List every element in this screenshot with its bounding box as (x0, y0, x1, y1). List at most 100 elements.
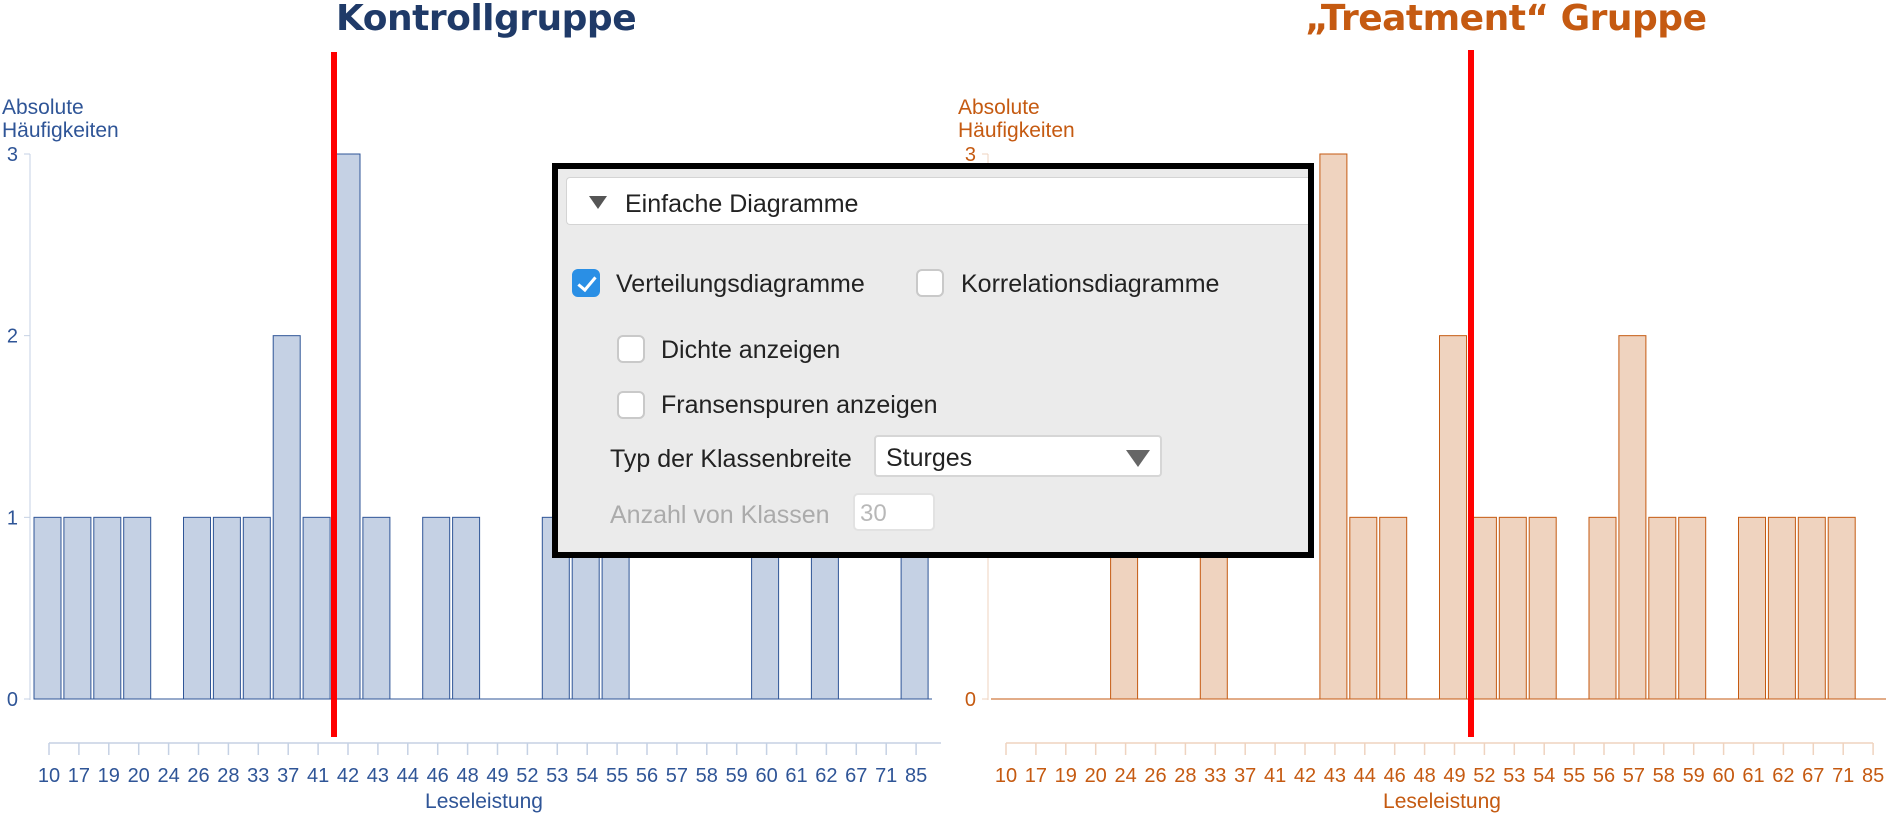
correlation-plots-checkbox[interactable] (916, 269, 944, 297)
treatment-x-tick-label: 58 (1653, 765, 1675, 787)
control-x-tick-label: 28 (217, 765, 239, 787)
treatment-x-tick-label: 41 (1264, 765, 1286, 787)
treatment-x-tick-label: 43 (1324, 765, 1346, 787)
treatment-x-tick-label: 48 (1413, 765, 1435, 787)
treatment-bar (1379, 516, 1408, 700)
control-x-tick-label: 19 (98, 765, 120, 787)
control-x-tick-label: 49 (486, 765, 508, 787)
control-bar (63, 516, 92, 700)
treatment-x-tick-label: 26 (1144, 765, 1166, 787)
treatment-bar (1618, 335, 1647, 700)
control-x-tick-label: 85 (905, 765, 927, 787)
treatment-x-tick-label: 62 (1772, 765, 1794, 787)
treatment-x-tick-label: 19 (1055, 765, 1077, 787)
triangle-down-icon[interactable] (589, 196, 607, 209)
treatment-x-tick-label: 33 (1204, 765, 1226, 787)
control-x-tick-label: 26 (187, 765, 209, 787)
control-bar (362, 516, 391, 700)
control-x-tick-label: 46 (427, 765, 449, 787)
treatment-x-label: Leseleistung (1383, 790, 1501, 813)
chevron-down-icon[interactable] (1126, 450, 1150, 467)
control-bar (452, 516, 481, 700)
treatment-x-tick-label: 10 (995, 765, 1017, 787)
control-x-tick-label: 62 (815, 765, 837, 787)
treatment-y-label-line1: Absolute (958, 96, 1040, 119)
treatment-x-tick-label: 59 (1683, 765, 1705, 787)
control-x-tick-label: 59 (726, 765, 748, 787)
control-x-tick-label: 58 (696, 765, 718, 787)
control-bar (422, 516, 451, 700)
bin-count-label: Anzahl von Klassen (610, 501, 830, 529)
treatment-bar (1767, 516, 1796, 700)
control-x-tick-label: 71 (875, 765, 897, 787)
treatment-x-tick-label: 56 (1593, 765, 1615, 787)
control-x-tick-label: 33 (247, 765, 269, 787)
show-rug-marks-checkbox[interactable] (617, 391, 645, 419)
correlation-plots-label: Korrelationsdiagramme (961, 270, 1220, 298)
control-x-tick-label: 53 (546, 765, 568, 787)
treatment-x-tick-label: 24 (1114, 765, 1136, 787)
treatment-x-tick-label: 60 (1712, 765, 1734, 787)
treatment-x-tick-label: 28 (1174, 765, 1196, 787)
treatment-x-tick-label: 53 (1503, 765, 1525, 787)
distribution-plots-checkbox[interactable] (572, 269, 600, 297)
treatment-x-tick-label: 17 (1025, 765, 1047, 787)
control-bar (183, 516, 211, 700)
control-x-tick-label: 54 (576, 765, 598, 787)
control-x-tick-label: 61 (785, 765, 807, 787)
control-x-tick-label: 60 (755, 765, 777, 787)
treatment-x-tick-label: 42 (1294, 765, 1316, 787)
control-y-tick-label: 3 (7, 144, 18, 166)
control-x-tick-label: 57 (666, 765, 688, 787)
bin-count-input[interactable]: 30 (853, 493, 935, 531)
treatment-bar (1528, 516, 1557, 700)
control-x-tick-label: 44 (397, 765, 419, 787)
bin-width-type-select[interactable]: Sturges (874, 435, 1162, 477)
treatment-x-tick-label: 57 (1623, 765, 1645, 787)
control-x-tick-label: 37 (277, 765, 299, 787)
control-x-tick-label: 48 (456, 765, 478, 787)
control-bar (332, 153, 361, 700)
show-density-checkbox[interactable] (617, 335, 645, 363)
control-bar (33, 516, 62, 700)
treatment-x-tick-label: 54 (1533, 765, 1555, 787)
treatment-x-tick-label: 71 (1832, 765, 1854, 787)
control-bar (93, 516, 122, 700)
treatment-y-label-line2: Häufigkeiten (958, 119, 1075, 142)
control-x-tick-label: 10 (38, 765, 60, 787)
treatment-bar (1439, 335, 1467, 700)
control-bar (212, 516, 241, 700)
control-bar (123, 516, 152, 700)
control-y-label-line1: Absolute (2, 96, 84, 119)
treatment-bar (1797, 516, 1826, 700)
treatment-y-tick-label: 0 (965, 689, 976, 711)
show-density-label: Dichte anzeigen (661, 336, 841, 364)
treatment-x-tick-label: 37 (1234, 765, 1256, 787)
control-y-tick-label: 1 (7, 507, 18, 529)
treatment-bar (1827, 516, 1856, 700)
control-y-tick-label: 2 (7, 326, 18, 348)
treatment-bar (1498, 516, 1527, 700)
treatment-x-tick-label: 55 (1563, 765, 1585, 787)
control-x-tick-label: 52 (516, 765, 538, 787)
control-bar (302, 516, 331, 700)
treatment-bar (1738, 516, 1766, 700)
treatment-bar (1349, 516, 1378, 700)
control-x-label: Leseleistung (425, 790, 543, 813)
control-x-tick-label: 42 (337, 765, 359, 787)
simple-diagrams-panel: Einfache Diagramme Verteilungsdiagramme … (552, 163, 1314, 558)
treatment-bar (1648, 516, 1677, 700)
treatment-bar (1319, 153, 1348, 700)
control-y-tick-label: 0 (7, 689, 18, 711)
control-x-tick-label: 67 (845, 765, 867, 787)
show-rug-marks-label: Fransenspuren anzeigen (661, 391, 938, 419)
control-x-tick-label: 55 (606, 765, 628, 787)
treatment-x-tick-label: 49 (1443, 765, 1465, 787)
treatment-x-tick-label: 85 (1862, 765, 1884, 787)
control-x-tick-label: 17 (68, 765, 90, 787)
control-x-tick-label: 41 (307, 765, 329, 787)
control-x-tick-label: 56 (636, 765, 658, 787)
control-y-label-line2: Häufigkeiten (2, 119, 119, 142)
simple-diagrams-header[interactable]: Einfache Diagramme (566, 177, 1308, 225)
bin-width-type-label: Typ der Klassenbreite (610, 445, 852, 473)
